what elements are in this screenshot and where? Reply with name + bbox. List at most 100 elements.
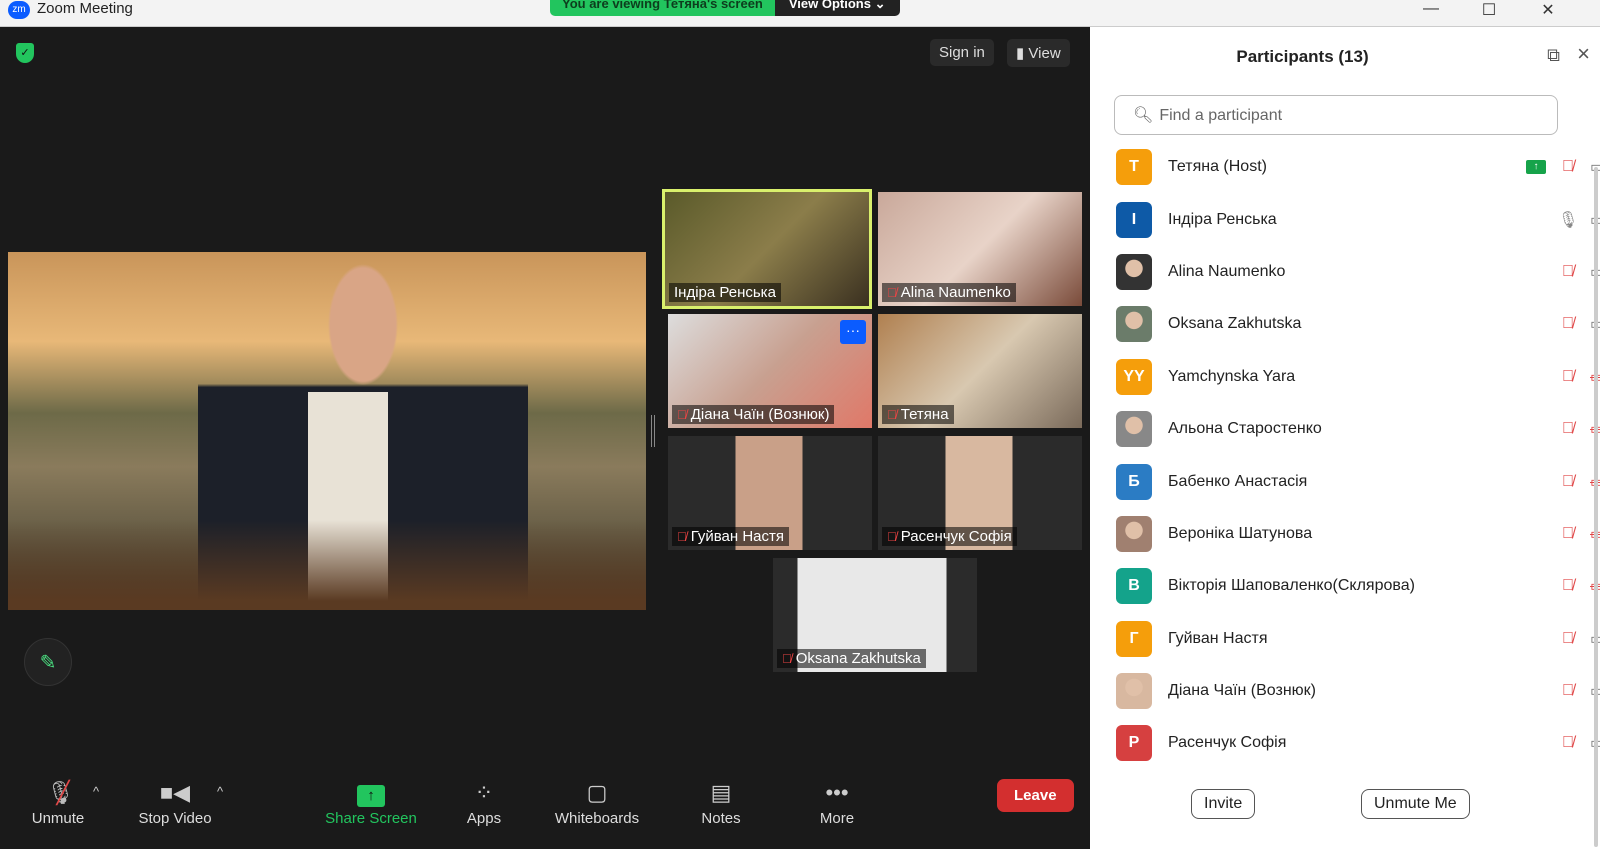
video-tile[interactable]: 🎙̸ Гуйван Настя bbox=[668, 436, 872, 550]
mic-muted-icon[interactable]: 🎙̸ bbox=[1558, 158, 1578, 176]
tile-name-label: 🎙̸ Oksana Zakhutska bbox=[777, 649, 926, 668]
video-tile[interactable]: Індіра Ренська bbox=[662, 189, 872, 309]
mic-muted-icon[interactable]: 🎙̸ bbox=[1558, 577, 1578, 595]
participant-row[interactable]: YY Yamchynska Yara 🎙̸ ▭◃ bbox=[1116, 351, 1600, 403]
viewing-screen-text: You are viewing Тетяна's screen bbox=[550, 0, 775, 16]
minimize-button[interactable]: — bbox=[1416, 0, 1446, 18]
audio-options-caret[interactable]: ^ bbox=[93, 784, 99, 799]
notes-button[interactable]: ▤ Notes bbox=[666, 780, 776, 827]
video-tile[interactable]: 🎙̸ Тетяна bbox=[878, 314, 1082, 428]
chevron-down-icon: ⌄ bbox=[874, 0, 886, 11]
participant-name: Вікторія Шаповаленко(Склярова) bbox=[1168, 577, 1415, 595]
apps-icon: ⁘ bbox=[474, 780, 494, 805]
leave-button[interactable]: Leave bbox=[997, 779, 1074, 812]
mic-muted-icon[interactable]: 🎙̸ bbox=[1558, 734, 1578, 752]
more-dots-icon: ••• bbox=[825, 780, 849, 805]
participant-row[interactable]: Alina Naumenko 🎙̸ ▭◃ bbox=[1116, 246, 1600, 298]
video-tile[interactable]: ··· 🎙̸ Діана Чаїн (Вознюк) bbox=[668, 314, 872, 428]
stop-video-button[interactable]: ■◀ Stop Video bbox=[120, 780, 230, 827]
participant-row[interactable]: В Вікторія Шаповаленко(Склярова) 🎙̸ ▭◃ bbox=[1116, 560, 1600, 612]
mic-muted-icon[interactable]: 🎙̸ bbox=[1558, 473, 1578, 491]
more-button[interactable]: ••• More bbox=[782, 780, 892, 827]
view-button[interactable]: ▮ View bbox=[1007, 39, 1070, 67]
close-panel-icon[interactable]: × bbox=[1577, 41, 1590, 67]
participant-name: Yamchynska Yara bbox=[1168, 367, 1296, 385]
mic-muted-icon[interactable]: 🎙̸ bbox=[1558, 420, 1578, 438]
share-screen-button[interactable]: ↑ Share Screen bbox=[316, 780, 426, 827]
window-title: Zoom Meeting bbox=[37, 0, 133, 17]
avatar: YY bbox=[1116, 358, 1152, 395]
mic-muted-icon[interactable]: 🎙̸ bbox=[1558, 682, 1578, 700]
mic-muted-icon[interactable]: 🎙̸ bbox=[1558, 368, 1578, 386]
whiteboards-button[interactable]: ▢ Whiteboards bbox=[542, 780, 652, 827]
unmute-me-button[interactable]: Unmute Me bbox=[1361, 789, 1470, 819]
tile-more-button[interactable]: ··· bbox=[840, 320, 866, 344]
mic-muted-icon: 🎙̸ bbox=[887, 285, 897, 300]
participant-row[interactable]: Альона Старостенко 🎙̸ ▭◃ bbox=[1116, 403, 1600, 455]
video-options-caret[interactable]: ^ bbox=[217, 784, 223, 799]
tile-name: Гуйван Настя bbox=[690, 528, 785, 545]
tile-name-label: 🎙̸ Діана Чаїн (Вознюк) bbox=[672, 405, 835, 424]
search-placeholder: Find a participant bbox=[1159, 107, 1283, 124]
video-tile[interactable]: 🎙̸ Alina Naumenko bbox=[878, 192, 1082, 306]
notes-icon: ▤ bbox=[710, 780, 732, 805]
shield-check-icon[interactable]: ✓ bbox=[16, 43, 34, 63]
participant-row[interactable]: Г Гуйван Настя 🎙̸ ▭◃ bbox=[1116, 613, 1600, 665]
avatar: I bbox=[1116, 201, 1152, 238]
participant-row[interactable]: Р Расенчук Софія 🎙̸ ▭◃ bbox=[1116, 717, 1600, 769]
scrollbar[interactable] bbox=[1594, 167, 1598, 847]
mic-icon[interactable]: 🎙 bbox=[1558, 210, 1578, 230]
resize-handle[interactable] bbox=[651, 415, 655, 447]
avatar: Р bbox=[1116, 725, 1152, 762]
tile-name: Тетяна bbox=[900, 406, 949, 423]
stop-video-label: Stop Video bbox=[138, 810, 212, 827]
tile-name: Діана Чаїн (Вознюк) bbox=[690, 406, 830, 423]
mic-muted-icon[interactable]: 🎙̸ bbox=[1558, 315, 1578, 333]
tile-name-label: 🎙̸ Тетяна bbox=[882, 405, 954, 424]
mic-muted-icon[interactable]: 🎙̸ bbox=[1558, 525, 1578, 543]
meeting-area: ✓ Sign in ▮ View ✎ Індіра Ренська 🎙̸ Alina… bbox=[0, 27, 1090, 832]
video-camera-icon: ■◀ bbox=[159, 780, 191, 805]
participant-row[interactable]: T Тетяна (Host) ↑ 🎙̸ ▭◃ bbox=[1116, 141, 1600, 193]
apps-button[interactable]: ⁘ Apps bbox=[429, 780, 539, 827]
participant-name: Гуйван Настя bbox=[1168, 629, 1268, 647]
whiteboard-icon: ▢ bbox=[586, 780, 608, 805]
title-bar: zm Zoom Meeting You are viewing Тетяна's… bbox=[0, 0, 1600, 27]
mic-muted-icon[interactable]: 🎙̸ bbox=[1558, 630, 1578, 648]
video-tile[interactable]: 🎙̸ Расенчук Софія bbox=[878, 436, 1082, 550]
participant-name: Alina Naumenko bbox=[1168, 262, 1286, 280]
tile-name: Расенчук Софія bbox=[900, 528, 1012, 545]
mic-muted-icon: 🎙̸ bbox=[782, 651, 792, 666]
participant-row[interactable]: Oksana Zakhutska 🎙̸ ▭◃ bbox=[1116, 298, 1600, 350]
avatar bbox=[1116, 411, 1152, 448]
participant-row[interactable]: Діана Чаїн (Вознюк) 🎙̸ ▭◃ bbox=[1116, 665, 1600, 717]
participant-row[interactable]: Б Бабенко Анастасія 🎙̸ ▭◃ bbox=[1116, 455, 1600, 507]
meeting-toolbar: 🎙╱ Unmute ^ ■◀ Stop Video ^ ↑ Share Screen … bbox=[0, 762, 1090, 832]
invite-button[interactable]: Invite bbox=[1191, 789, 1256, 819]
mic-muted-icon: 🎙̸ bbox=[887, 529, 897, 544]
video-tile[interactable]: 🎙̸ Oksana Zakhutska bbox=[773, 558, 977, 672]
notes-label: Notes bbox=[701, 810, 741, 827]
share-screen-label: Share Screen bbox=[325, 810, 417, 827]
avatar: Г bbox=[1116, 620, 1152, 657]
participant-row[interactable]: I Індіра Ренська 🎙 ▭◃ bbox=[1116, 193, 1600, 245]
close-window-button[interactable]: ✕ bbox=[1533, 0, 1563, 20]
annotate-pencil-icon[interactable]: ✎ bbox=[24, 638, 72, 686]
view-grid-icon: ▮ bbox=[1016, 45, 1029, 62]
find-participant-input[interactable]: 🔍︎ Find a participant bbox=[1114, 95, 1558, 135]
sign-in-button[interactable]: Sign in bbox=[930, 39, 994, 66]
maximize-button[interactable]: ☐ bbox=[1474, 0, 1504, 20]
participant-row[interactable]: Вероніка Шатунова 🎙̸ ▭◃ bbox=[1116, 508, 1600, 560]
avatar bbox=[1116, 253, 1152, 290]
pop-out-icon[interactable]: ⧉ bbox=[1547, 45, 1560, 66]
avatar: T bbox=[1116, 149, 1152, 186]
mic-muted-icon[interactable]: 🎙̸ bbox=[1558, 263, 1578, 281]
zoom-logo: zm bbox=[8, 1, 30, 19]
view-options-button[interactable]: View Options ⌄ bbox=[774, 0, 900, 16]
tile-name-label: 🎙̸ Гуйван Настя bbox=[672, 527, 790, 546]
mic-muted-icon: 🎙̸ bbox=[677, 407, 687, 422]
tile-name-label: Індіра Ренська bbox=[669, 283, 781, 302]
tile-name: Oksana Zakhutska bbox=[795, 650, 921, 667]
search-icon: 🔍︎ bbox=[1133, 107, 1154, 124]
participant-name: Oksana Zakhutska bbox=[1168, 315, 1302, 333]
